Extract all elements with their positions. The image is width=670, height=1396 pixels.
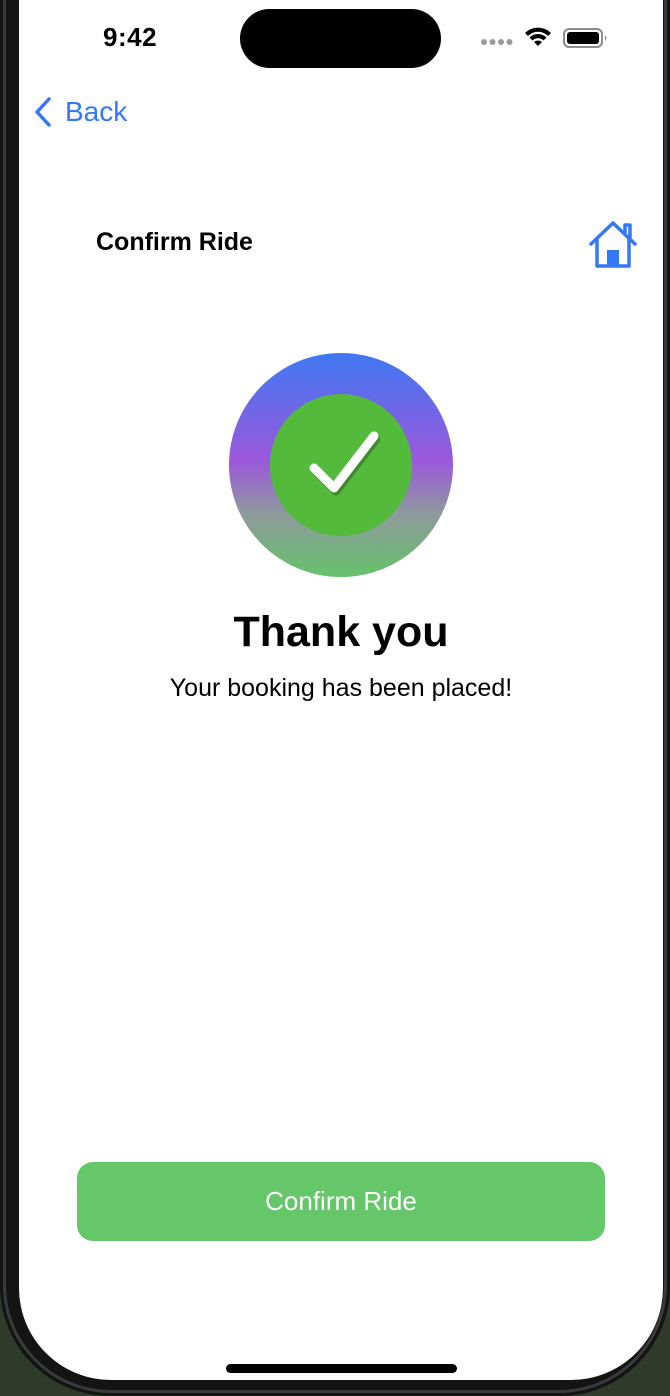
thank-you-heading: Thank you <box>233 608 449 656</box>
app-screen: 9:42 Back Confirm Ride Thank you Your bo… <box>19 0 663 1380</box>
booking-message: Your booking has been placed! <box>169 674 513 702</box>
battery-icon <box>563 28 607 48</box>
chevron-left-icon <box>35 97 51 127</box>
confirm-ride-button[interactable]: Confirm Ride <box>77 1162 605 1241</box>
page-title: Confirm Ride <box>96 228 253 256</box>
signal-icon <box>481 39 513 45</box>
device-bezel: 9:42 Back Confirm Ride Thank you Your bo… <box>0 0 670 1396</box>
back-button[interactable]: Back <box>33 94 127 130</box>
status-time: 9:42 <box>103 22 158 52</box>
confirm-ride-label: Confirm Ride <box>265 1186 417 1216</box>
dynamic-island <box>240 9 441 68</box>
home-indicator[interactable] <box>226 1364 457 1373</box>
success-badge-inner <box>270 394 412 536</box>
wifi-icon <box>525 27 551 46</box>
back-label: Back <box>65 96 128 127</box>
house-icon[interactable] <box>587 218 639 270</box>
success-badge <box>229 353 453 577</box>
checkmark-icon <box>309 431 380 496</box>
